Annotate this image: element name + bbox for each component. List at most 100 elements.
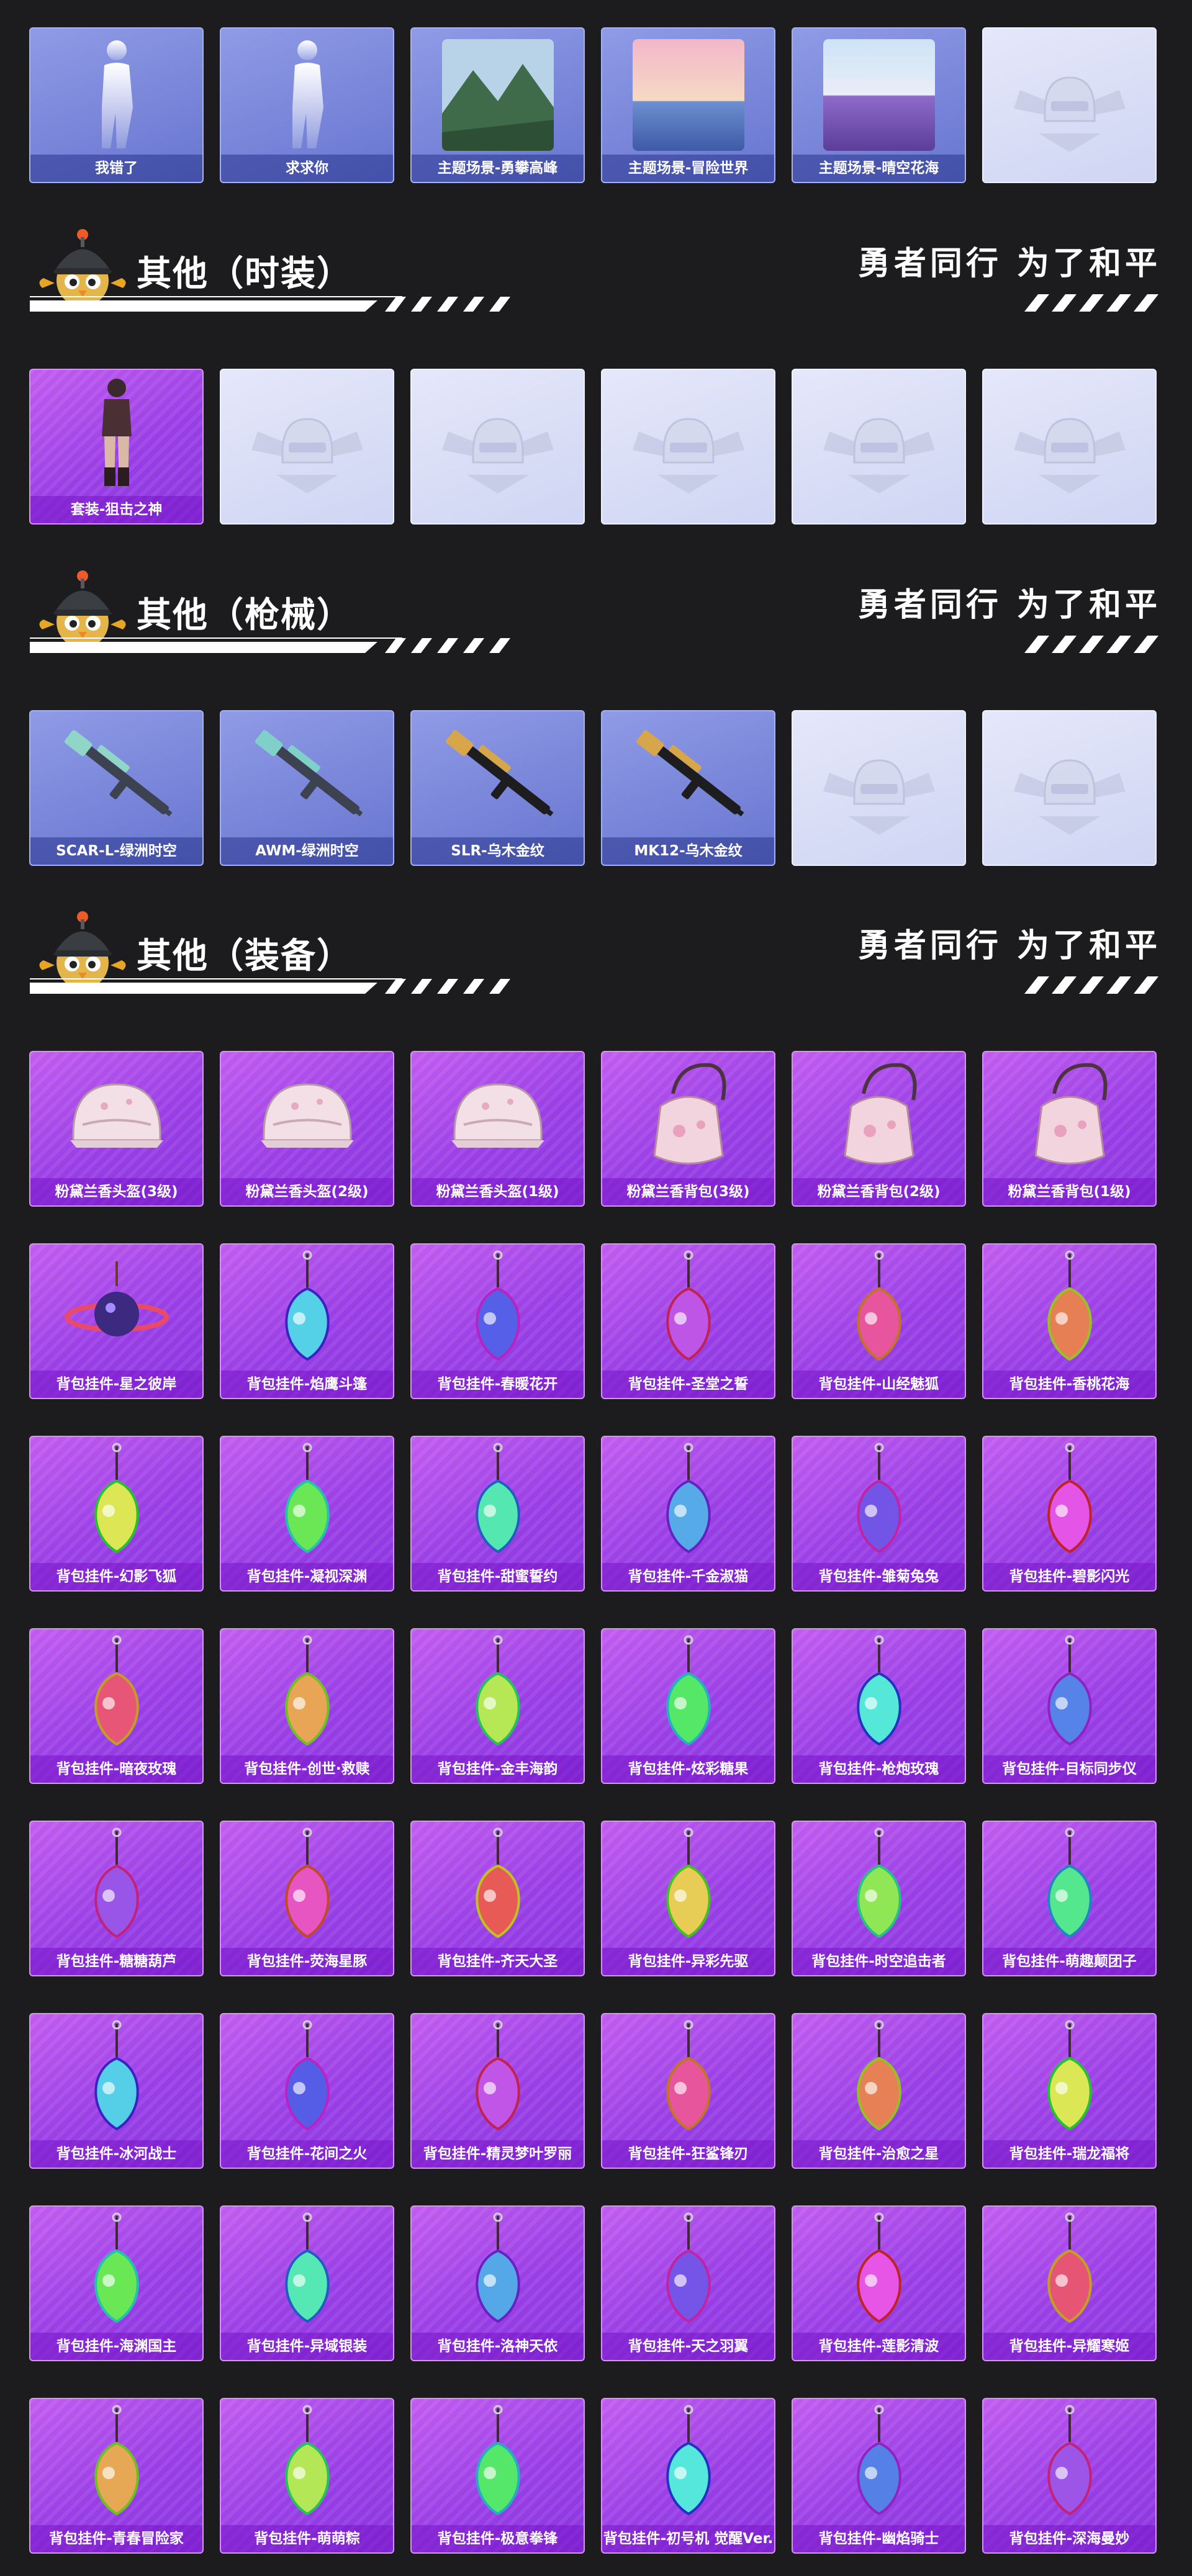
item-label: 背包挂件-莲影清波 bbox=[793, 2333, 965, 2360]
item-card[interactable]: 背包挂件-海渊国主 bbox=[29, 2205, 204, 2361]
item-card[interactable]: 背包挂件-瑞龙福将 bbox=[982, 2013, 1157, 2169]
charm-icon bbox=[221, 1437, 393, 1563]
placeholder-emblem-icon bbox=[983, 370, 1155, 523]
item-card[interactable]: 背包挂件-圣堂之誓 bbox=[601, 1243, 775, 1399]
item-card[interactable]: 背包挂件-狂鲨锋刃 bbox=[601, 2013, 775, 2169]
item-card[interactable]: 背包挂件-初号机 觉醒Ver. bbox=[601, 2398, 775, 2554]
item-card[interactable]: 背包挂件-洛神天依 bbox=[410, 2205, 585, 2361]
item-card[interactable]: 背包挂件-治愈之星 bbox=[792, 2013, 966, 2169]
empty-item-slot bbox=[220, 369, 394, 525]
item-card[interactable]: 背包挂件-精灵梦叶罗丽 bbox=[410, 2013, 585, 2169]
item-card[interactable]: 背包挂件-糖糖葫芦 bbox=[29, 1821, 204, 1976]
item-card[interactable]: 背包挂件-碧影闪光 bbox=[982, 1436, 1157, 1592]
item-label: 主题场景-晴空花海 bbox=[793, 155, 965, 182]
item-card[interactable]: MK12-乌木金纹 bbox=[601, 710, 775, 866]
item-card[interactable]: 粉黛兰香背包(2级) bbox=[792, 1051, 966, 1207]
charm-icon bbox=[30, 1437, 202, 1563]
slogan-stripes bbox=[1024, 970, 1161, 998]
item-card[interactable]: 背包挂件-星之彼岸 bbox=[29, 1243, 204, 1399]
item-label: 背包挂件-甜蜜誓约 bbox=[412, 1563, 584, 1590]
item-label: 背包挂件-创世·救赎 bbox=[221, 1755, 393, 1783]
backpack-icon bbox=[793, 1052, 965, 1178]
item-label: 背包挂件-瑞龙福将 bbox=[983, 2140, 1155, 2168]
item-card[interactable]: 背包挂件-萌趣颠团子 bbox=[982, 1821, 1157, 1976]
item-card[interactable]: 背包挂件-异彩先驱 bbox=[601, 1821, 775, 1976]
item-card[interactable]: 粉黛兰香背包(3级) bbox=[601, 1051, 775, 1207]
item-label: 背包挂件-凝视深渊 bbox=[221, 1563, 393, 1590]
placeholder-emblem-icon bbox=[221, 370, 393, 523]
item-card[interactable]: 背包挂件-天之羽翼 bbox=[601, 2205, 775, 2361]
charm-icon bbox=[602, 1437, 774, 1563]
charm-icon bbox=[30, 2207, 202, 2333]
item-card[interactable]: 背包挂件-目标同步仪 bbox=[982, 1628, 1157, 1784]
sunset-sea-scene-icon bbox=[602, 29, 774, 155]
charm-icon bbox=[602, 2014, 774, 2140]
item-card[interactable]: SCAR-L-绿洲时空 bbox=[29, 710, 204, 866]
item-label: 背包挂件-狂鲨锋刃 bbox=[602, 2140, 774, 2168]
item-card[interactable]: 背包挂件-荧海星豚 bbox=[220, 1821, 394, 1976]
charm-icon bbox=[983, 1822, 1155, 1948]
helmet-icon bbox=[30, 1052, 202, 1178]
item-card[interactable]: 粉黛兰香背包(1级) bbox=[982, 1051, 1157, 1207]
gold-rifle-icon bbox=[412, 711, 584, 837]
item-card[interactable]: 背包挂件-异耀寒姬 bbox=[982, 2205, 1157, 2361]
item-label: 背包挂件-异彩先驱 bbox=[602, 1948, 774, 1975]
item-card[interactable]: 背包挂件-雏菊兔兔 bbox=[792, 1436, 966, 1592]
item-card[interactable]: 套装-狙击之神 bbox=[29, 369, 204, 525]
item-card[interactable]: 背包挂件-时空追击者 bbox=[792, 1821, 966, 1976]
item-label: 背包挂件-青春冒险家 bbox=[30, 2525, 202, 2552]
charm-icon bbox=[412, 1245, 584, 1371]
empty-item-slot bbox=[792, 710, 966, 866]
item-card[interactable]: 背包挂件-枪炮玫瑰 bbox=[792, 1628, 966, 1784]
helmet-icon bbox=[221, 1052, 393, 1178]
item-label: 背包挂件-萌趣颠团子 bbox=[983, 1948, 1155, 1975]
item-card[interactable]: SLR-乌木金纹 bbox=[410, 710, 585, 866]
item-card[interactable]: 背包挂件-冰河战士 bbox=[29, 2013, 204, 2169]
item-label: 背包挂件-天之羽翼 bbox=[602, 2333, 774, 2360]
item-card[interactable]: 粉黛兰香头盔(1级) bbox=[410, 1051, 585, 1207]
item-card[interactable]: 主题场景-晴空花海 bbox=[792, 27, 966, 183]
item-card[interactable]: 背包挂件-幻影飞狐 bbox=[29, 1436, 204, 1592]
item-card[interactable]: 背包挂件-萌萌粽 bbox=[220, 2398, 394, 2554]
placeholder-emblem-icon bbox=[793, 711, 965, 865]
item-label: 背包挂件-荧海星豚 bbox=[221, 1948, 393, 1975]
item-card[interactable]: 背包挂件-幽焰骑士 bbox=[792, 2398, 966, 2554]
top-row-grid: 我错了 求求你 主题场景-勇攀高峰 主题场景-冒险世界 主题场景-晴空花海 bbox=[29, 27, 1157, 183]
item-card[interactable]: 背包挂件-齐天大圣 bbox=[410, 1821, 585, 1976]
item-card[interactable]: 求求你 bbox=[220, 27, 394, 183]
item-card[interactable]: 背包挂件-青春冒险家 bbox=[29, 2398, 204, 2554]
item-card[interactable]: 背包挂件-香桃花海 bbox=[982, 1243, 1157, 1399]
item-label: 背包挂件-炫彩糖果 bbox=[602, 1755, 774, 1783]
item-card[interactable]: AWM-绿洲时空 bbox=[220, 710, 394, 866]
item-card[interactable]: 主题场景-冒险世界 bbox=[601, 27, 775, 183]
item-card[interactable]: 背包挂件-炫彩糖果 bbox=[601, 1628, 775, 1784]
sniper-rifle-icon bbox=[221, 711, 393, 837]
item-card[interactable]: 背包挂件-甜蜜誓约 bbox=[410, 1436, 585, 1592]
item-card[interactable]: 粉黛兰香头盔(2级) bbox=[220, 1051, 394, 1207]
item-card[interactable]: 主题场景-勇攀高峰 bbox=[410, 27, 585, 183]
item-card[interactable]: 我错了 bbox=[29, 27, 204, 183]
item-card[interactable]: 背包挂件-焰鹰斗篷 bbox=[220, 1243, 394, 1399]
item-card[interactable]: 背包挂件-凝视深渊 bbox=[220, 1436, 394, 1592]
item-label: 粉黛兰香头盔(2级) bbox=[221, 1178, 393, 1205]
item-card[interactable]: 背包挂件-山经魅狐 bbox=[792, 1243, 966, 1399]
equipment-grid: 粉黛兰香头盔(3级) 粉黛兰香头盔(2级) 粉黛兰香头盔(1级) 粉黛兰香背包(3级)… bbox=[29, 1051, 1157, 2554]
item-card[interactable]: 背包挂件-花间之火 bbox=[220, 2013, 394, 2169]
item-card[interactable]: 背包挂件-异域银装 bbox=[220, 2205, 394, 2361]
item-card[interactable]: 背包挂件-千金淑猫 bbox=[601, 1436, 775, 1592]
item-card[interactable]: 背包挂件-深海曼妙 bbox=[982, 2398, 1157, 2554]
item-label: 套装-狙击之神 bbox=[30, 496, 202, 523]
item-card[interactable]: 背包挂件-极意拳锋 bbox=[410, 2398, 585, 2554]
item-card[interactable]: 背包挂件-春暖花开 bbox=[410, 1243, 585, 1399]
item-card[interactable]: 背包挂件-金丰海韵 bbox=[410, 1628, 585, 1784]
item-label: 粉黛兰香背包(2级) bbox=[793, 1178, 965, 1205]
item-label: 主题场景-勇攀高峰 bbox=[412, 155, 584, 182]
item-card[interactable]: 背包挂件-创世·救赎 bbox=[220, 1628, 394, 1784]
item-card[interactable]: 粉黛兰香头盔(3级) bbox=[29, 1051, 204, 1207]
item-card[interactable]: 背包挂件-暗夜玫瑰 bbox=[29, 1628, 204, 1784]
slogan-text: 勇者同行 为了和平 bbox=[857, 927, 1161, 965]
item-label: AWM-绿洲时空 bbox=[221, 837, 393, 865]
item-card[interactable]: 背包挂件-莲影清波 bbox=[792, 2205, 966, 2361]
item-label: 背包挂件-洛神天依 bbox=[412, 2333, 584, 2360]
item-label: 背包挂件-目标同步仪 bbox=[983, 1755, 1155, 1783]
